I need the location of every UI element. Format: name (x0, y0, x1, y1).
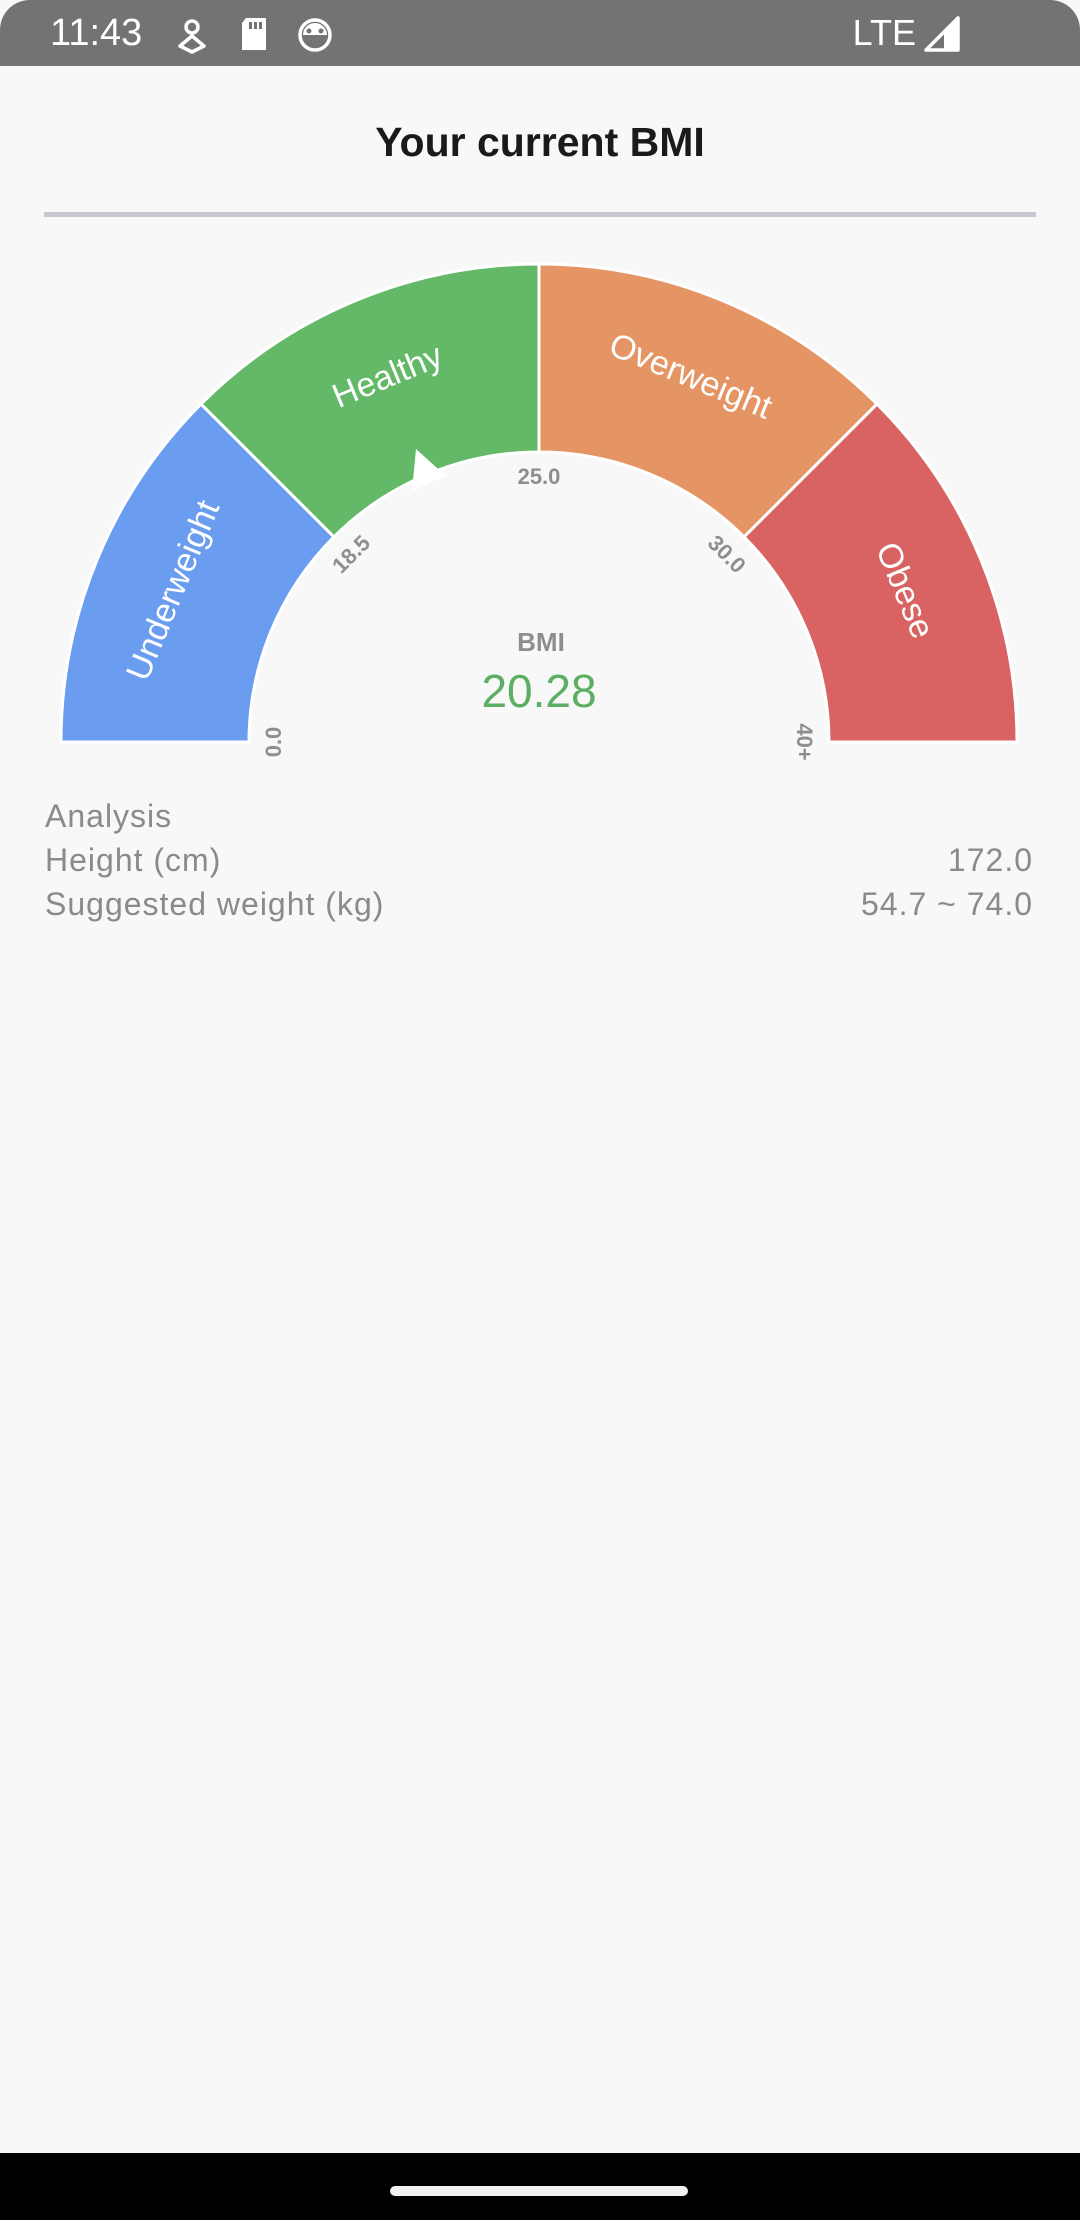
analysis-heading: Analysis (45, 798, 173, 834)
bmi-value: 20.28 (481, 665, 596, 717)
suggested-weight-row: Suggested weight (kg) 54.7 ~ 74.0 (45, 882, 1033, 926)
height-row: Height (cm) 172.0 (45, 838, 1033, 882)
gauge-tick-25: 25.0 (518, 464, 561, 489)
gauge-center-label: BMI (517, 627, 565, 657)
bmi-gauge: UnderweightHealthy OverweightObese 0.018.… (59, 262, 1019, 760)
analysis-heading-row: Analysis (45, 794, 1033, 838)
home-handle[interactable] (390, 2186, 688, 2196)
suggested-weight-value: 54.7 ~ 74.0 (860, 886, 1033, 922)
navigation-bar (0, 2153, 1080, 2220)
height-value: 172.0 (947, 842, 1033, 878)
height-label: Height (cm) (45, 842, 222, 878)
gauge-tick-0: 0.0 (261, 727, 286, 758)
suggested-weight-label: Suggested weight (kg) (45, 886, 385, 922)
gauge-tick-40-plus: 40+ (792, 723, 817, 760)
